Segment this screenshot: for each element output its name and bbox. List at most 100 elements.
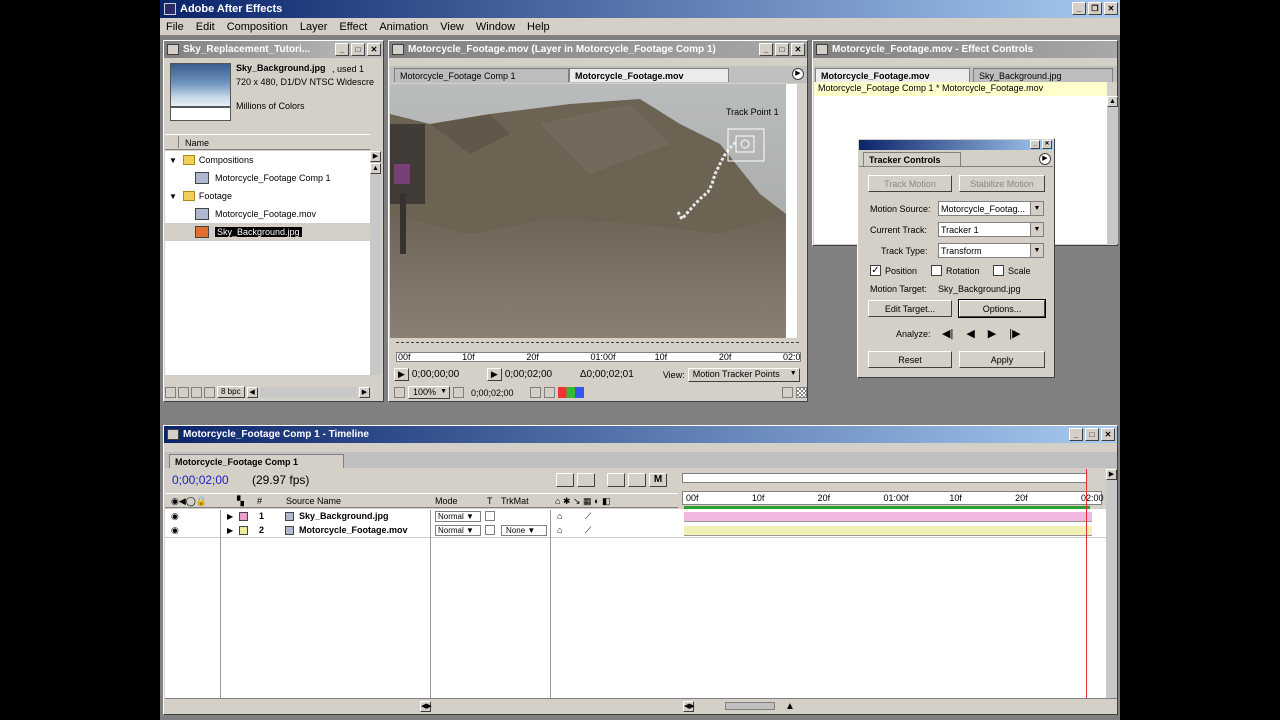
current-track-dropdown[interactable]: Tracker 1 bbox=[938, 222, 1044, 237]
draft-3d-icon[interactable] bbox=[607, 473, 625, 487]
timeline-minimize-button[interactable]: _ bbox=[1069, 428, 1083, 441]
frame-blending-icon[interactable] bbox=[628, 473, 646, 487]
current-time-indicator[interactable] bbox=[1086, 469, 1087, 698]
footage-viewer[interactable]: Track Point 1 bbox=[390, 84, 786, 338]
menu-help[interactable]: Help bbox=[521, 21, 556, 33]
av-switches-icon[interactable]: ◉◀◯🔒 bbox=[171, 496, 207, 507]
project-column-header[interactable]: Name bbox=[165, 134, 370, 150]
expand-graph-icon[interactable]: ◀▶ bbox=[683, 701, 695, 712]
tracker-drag-bar[interactable]: _ ✕ bbox=[859, 140, 1053, 150]
layer-minimize-button[interactable]: _ bbox=[759, 43, 773, 56]
scroll-right-arrow[interactable]: ▶ bbox=[359, 386, 370, 398]
in-time[interactable]: 0;00;00;00 bbox=[412, 369, 484, 380]
layer-name[interactable]: Motorcycle_Footage.mov bbox=[299, 525, 408, 535]
analyze-1-frame-forward-icon[interactable]: ▶ bbox=[988, 327, 996, 340]
timeline-close-button[interactable]: ✕ bbox=[1101, 428, 1115, 441]
layer-close-button[interactable]: ✕ bbox=[791, 43, 805, 56]
menu-view[interactable]: View bbox=[434, 21, 470, 33]
menu-edit[interactable]: Edit bbox=[190, 21, 221, 33]
shy-switch-icon[interactable]: ⌂ bbox=[557, 525, 562, 535]
timeline-scrollbar[interactable]: ▶ bbox=[1106, 469, 1117, 698]
scroll-up-arrow[interactable]: ▶ bbox=[370, 151, 381, 162]
mode-dropdown[interactable]: Normal ▼ bbox=[435, 524, 481, 536]
analyze-backward-icon[interactable]: ◀| bbox=[942, 327, 953, 340]
layer-duration-bar[interactable] bbox=[684, 511, 1092, 522]
layer-maximize-button[interactable]: □ bbox=[775, 43, 789, 56]
mode-column[interactable]: Mode bbox=[435, 496, 458, 506]
new-folder-icon[interactable] bbox=[178, 386, 189, 398]
scroll-right-arrow[interactable]: ▶ bbox=[1106, 469, 1117, 480]
label-color-swatch[interactable] bbox=[239, 526, 248, 535]
layer-duration-bar[interactable] bbox=[684, 525, 1092, 536]
project-item[interactable]: ▼ Compositions bbox=[165, 151, 370, 169]
scale-checkbox[interactable]: Scale bbox=[993, 265, 1031, 276]
out-time[interactable]: 0;00;02;00 bbox=[505, 369, 577, 380]
set-in-button[interactable]: ▶ bbox=[394, 368, 409, 381]
preview-icon[interactable] bbox=[394, 387, 405, 398]
tab-layer[interactable]: Motorcycle_Footage.mov bbox=[569, 68, 729, 82]
edit-target-button[interactable]: Edit Target... bbox=[868, 300, 952, 317]
scroll-left-arrow[interactable]: ◀ bbox=[246, 386, 258, 398]
motion-source-dropdown[interactable]: Motorcycle_Footag... bbox=[938, 201, 1044, 216]
scroll-up-arrow[interactable]: ▲ bbox=[370, 163, 381, 174]
project-item[interactable]: Motorcycle_Footage.mov bbox=[165, 205, 370, 223]
apply-button[interactable]: Apply bbox=[959, 351, 1045, 368]
effect-scrollbar[interactable]: ▲ bbox=[1107, 96, 1118, 244]
current-time[interactable]: 0;00;02;00 bbox=[467, 388, 527, 398]
track-type-dropdown[interactable]: Transform bbox=[938, 243, 1044, 258]
menu-window[interactable]: Window bbox=[470, 21, 521, 33]
options-button[interactable]: Options... bbox=[958, 299, 1046, 318]
tab-effect-footage[interactable]: Motorcycle_Footage.mov bbox=[815, 68, 970, 82]
panel-menu-icon[interactable]: ▶ bbox=[792, 68, 804, 80]
trkmat-dropdown[interactable]: None ▼ bbox=[501, 524, 547, 536]
tab-comp[interactable]: Motorcycle_Footage Comp 1 bbox=[394, 68, 569, 82]
live-update-icon[interactable] bbox=[577, 473, 595, 487]
t-column[interactable]: T bbox=[487, 496, 493, 506]
motion-blur-icon[interactable]: M bbox=[649, 473, 667, 487]
restore-button[interactable]: ❐ bbox=[1088, 2, 1102, 15]
menu-composition[interactable]: Composition bbox=[221, 21, 294, 33]
time-navigator[interactable] bbox=[682, 473, 1087, 483]
tab-effect-sky[interactable]: Sky_Background.jpg bbox=[973, 68, 1113, 82]
project-item[interactable]: ▼ Footage bbox=[165, 187, 370, 205]
new-comp-icon[interactable] bbox=[191, 386, 202, 398]
trkmat-column[interactable]: TrkMat bbox=[501, 496, 529, 506]
fit-icon[interactable] bbox=[453, 387, 464, 398]
menu-layer[interactable]: Layer bbox=[294, 21, 334, 33]
layer-name[interactable]: Sky_Background.jpg bbox=[299, 511, 389, 521]
menu-animation[interactable]: Animation bbox=[373, 21, 434, 33]
reset-button[interactable]: Reset bbox=[868, 351, 952, 368]
num-column[interactable]: # bbox=[257, 496, 262, 506]
position-checkbox[interactable]: ✓ Position bbox=[870, 265, 917, 276]
disclosure-triangle-icon[interactable]: ▶ bbox=[227, 512, 233, 521]
preserve-transparency-checkbox[interactable] bbox=[485, 511, 495, 521]
project-close-button[interactable]: ✕ bbox=[367, 43, 381, 56]
close-button[interactable]: ✕ bbox=[1104, 2, 1118, 15]
timeline-maximize-button[interactable]: □ bbox=[1085, 428, 1099, 441]
layer-time-ruler[interactable]: 00f 10f 20f 01:00f 10f 20f 02:0 bbox=[390, 338, 807, 365]
view-dropdown[interactable]: Motion Tracker Points ▼ bbox=[687, 367, 800, 382]
find-icon[interactable] bbox=[165, 386, 176, 398]
transparency-grid-icon[interactable] bbox=[796, 387, 807, 398]
disclosure-triangle-icon[interactable]: ▼ bbox=[169, 156, 177, 165]
set-out-button[interactable]: ▶ bbox=[486, 368, 502, 381]
tab-timeline-comp[interactable]: Motorcycle_Footage Comp 1 bbox=[169, 454, 344, 468]
tracker-close-button[interactable]: ✕ bbox=[1042, 140, 1052, 149]
menu-file[interactable]: File bbox=[160, 21, 190, 33]
label-column-icon[interactable]: ▚ bbox=[237, 496, 244, 507]
tracker-menu-icon[interactable]: ▶ bbox=[1039, 153, 1051, 165]
zoom-slider[interactable] bbox=[725, 702, 775, 710]
menu-effect[interactable]: Effect bbox=[333, 21, 373, 33]
source-name-column[interactable]: Source Name bbox=[286, 496, 341, 506]
stabilize-motion-button[interactable]: Stabilize Motion bbox=[959, 175, 1045, 192]
eye-icon[interactable]: ◉ bbox=[171, 511, 179, 522]
channel-icon[interactable] bbox=[558, 387, 584, 398]
expand-panes-icon[interactable]: ◀▶ bbox=[420, 701, 432, 712]
project-item[interactable]: Sky_Background.jpg bbox=[165, 223, 370, 241]
quality-switch-icon[interactable]: ⟋ bbox=[585, 525, 591, 536]
project-maximize-button[interactable]: □ bbox=[351, 43, 365, 56]
timeline-current-time[interactable]: 0;00;02;00 bbox=[172, 473, 229, 487]
roi-icon[interactable] bbox=[782, 387, 793, 398]
eye-icon[interactable]: ◉ bbox=[171, 525, 179, 536]
preserve-transparency-checkbox[interactable] bbox=[485, 525, 495, 535]
